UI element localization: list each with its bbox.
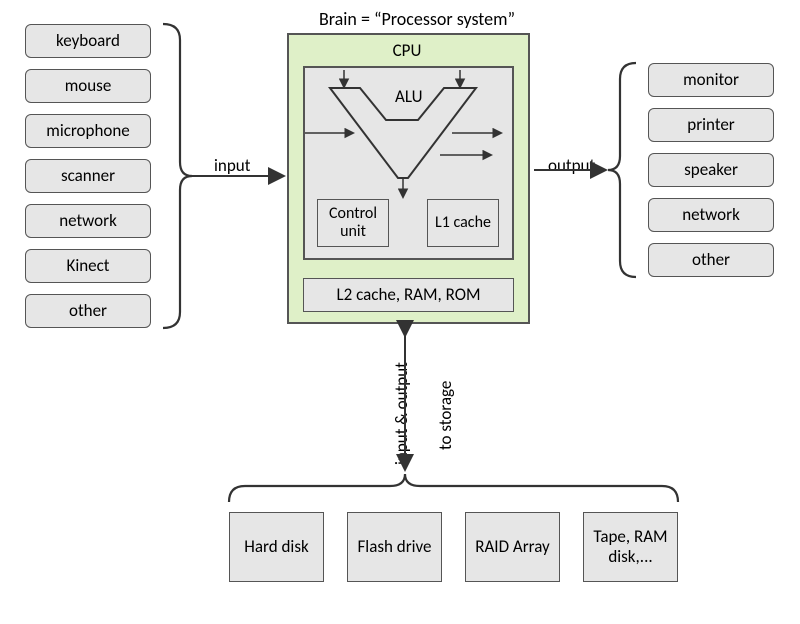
input-device-other: other [25,294,151,328]
input-device-scanner: scanner [25,159,151,193]
cpu-label: CPU [387,40,427,61]
input-arrow-label: input [214,155,250,176]
output-device-printer: printer [648,108,774,142]
storage-arrow-label-io: input & output [391,362,412,465]
output-device-speaker: speaker [648,153,774,187]
l1-cache-box: L1 cache [427,199,499,247]
input-device-kinect: Kinect [25,249,151,283]
storage-raid-array: RAID Array [465,512,560,582]
alu-label: ALU [395,86,435,107]
storage-flash-drive: Flash drive [347,512,442,582]
input-device-network: network [25,204,151,238]
output-arrow-label: output [548,155,595,176]
storage-arrow-label-to: to storage [435,381,456,450]
storage-tape: Tape, RAM disk,... [583,512,678,582]
memory-box: L2 cache, RAM, ROM [303,278,514,312]
output-device-monitor: monitor [648,63,774,97]
input-device-microphone: microphone [25,114,151,148]
output-device-other: other [648,243,774,277]
storage-hard-disk: Hard disk [229,512,324,582]
diagram-title: Brain = “Processor system” [292,8,542,30]
input-device-mouse: mouse [25,69,151,103]
input-device-keyboard: keyboard [25,24,151,58]
output-device-network: network [648,198,774,232]
control-unit-box: Control unit [317,199,389,247]
